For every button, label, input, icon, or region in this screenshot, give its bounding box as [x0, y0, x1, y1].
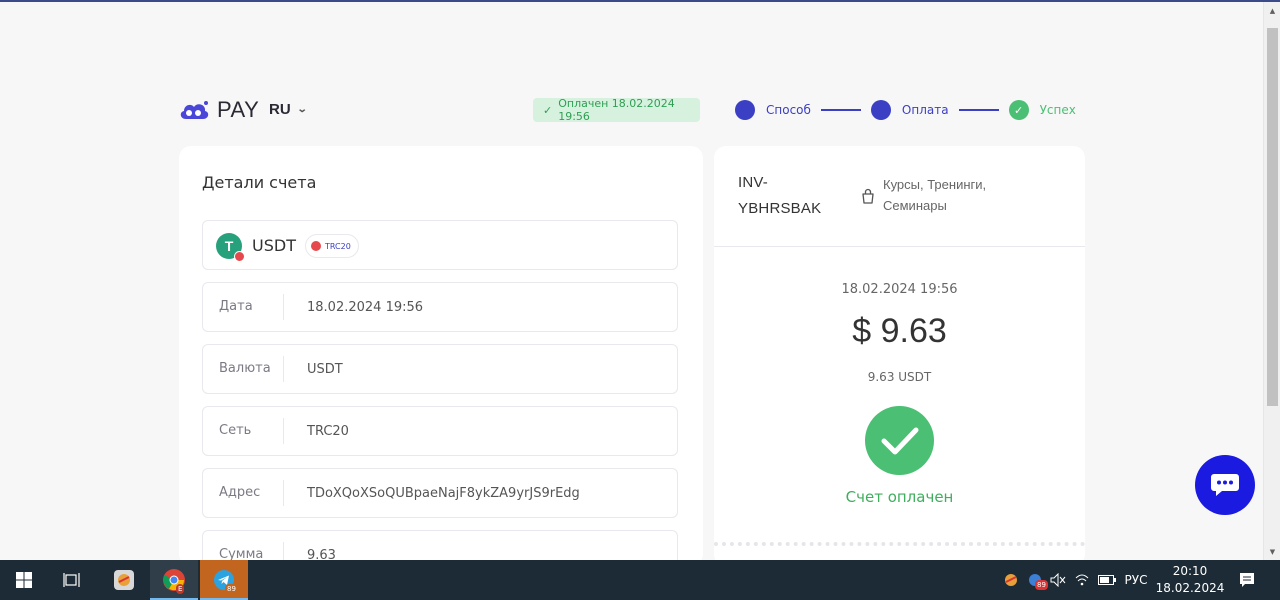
- tray-badge: 89: [1035, 580, 1048, 590]
- step-label-payment: Оплата: [901, 103, 949, 117]
- tron-icon: [234, 251, 245, 262]
- network-badge: TRC20: [305, 234, 359, 258]
- check-icon: ✓: [1013, 103, 1024, 117]
- payment-status-text: Счет оплачен: [845, 488, 954, 506]
- tray-notify-icon[interactable]: 89: [1024, 560, 1048, 600]
- check-icon: ✓: [543, 103, 553, 117]
- battery-icon: [1098, 575, 1116, 585]
- detail-label: Адрес: [203, 480, 284, 506]
- wifi-icon: [1075, 574, 1089, 586]
- chat-icon: [1211, 474, 1239, 496]
- detail-row-currency: Валюта USDT: [202, 344, 678, 394]
- scroll-down-arrow-icon[interactable]: ▼: [1264, 543, 1280, 560]
- detail-value: USDT: [307, 361, 343, 377]
- invoice-id: INV-YBHRSBAK: [738, 174, 822, 217]
- chat-button[interactable]: [1195, 455, 1255, 515]
- taskbar: E 89 89 РУС 20:10 18.02.2024: [0, 560, 1280, 600]
- status-badge-text: Оплачен 18.02.2024 19:56: [558, 97, 675, 123]
- dotted-divider: [714, 542, 1085, 546]
- tron-icon: [311, 241, 321, 251]
- language-selector[interactable]: RU ⌄: [269, 101, 308, 118]
- scroll-thumb[interactable]: [1267, 28, 1278, 406]
- payment-date: 18.02.2024 19:56: [841, 282, 958, 297]
- detail-label: Дата: [203, 294, 284, 320]
- payment-crypto-amount: 9.63 USDT: [867, 370, 932, 384]
- windows-icon: [16, 572, 32, 588]
- battery-button[interactable]: [1096, 560, 1118, 600]
- taskbar-telegram[interactable]: 89: [200, 560, 248, 600]
- success-icon: [865, 406, 934, 475]
- progress-steps: Способ Оплата ✓ Успех: [735, 100, 1076, 120]
- invoice-category: Курсы, Тренинги, Семинары: [883, 177, 987, 213]
- network-badge-text: TRC20: [325, 241, 351, 251]
- coin-row: T USDT TRC20: [202, 220, 678, 270]
- tray-app-icon[interactable]: [1000, 560, 1022, 600]
- chevron-down-icon: ⌄: [296, 104, 308, 115]
- step-dot-success: ✓: [1008, 100, 1029, 120]
- telegram-badge: 89: [225, 584, 238, 594]
- invoice-details-card: Детали счета T USDT TRC20 Дата 18.02.202…: [179, 146, 703, 580]
- coin-name: USDT: [252, 236, 296, 255]
- bag-icon: [862, 188, 874, 204]
- detail-value: 18.02.2024 19:56: [307, 299, 424, 315]
- taskbar-app-1[interactable]: [100, 560, 148, 600]
- step-dot-payment: [870, 100, 891, 120]
- step-label-method: Способ: [766, 103, 811, 117]
- task-view-icon: [63, 573, 80, 587]
- payment-amount: $ 9.63: [852, 312, 947, 350]
- scroll-up-arrow-icon[interactable]: ▲: [1264, 2, 1280, 19]
- cloud-logo-icon: [180, 101, 209, 119]
- language-indicator[interactable]: РУС: [1122, 560, 1150, 600]
- wallet-address[interactable]: TDoXQoXSoQUBpaeNajF8ykZA9yrJS9rEdg: [284, 486, 580, 501]
- clock-time: 20:10: [1172, 564, 1208, 578]
- divider: [714, 246, 1085, 247]
- app-tray-icon: [1005, 574, 1017, 586]
- page-scrollbar[interactable]: ▲ ▼: [1263, 2, 1280, 560]
- top-accent-line: [0, 0, 1280, 2]
- volume-icon: [1050, 573, 1066, 587]
- task-view-button[interactable]: [48, 560, 96, 600]
- step-connector: [958, 109, 999, 111]
- step-dot-method: [735, 100, 755, 120]
- tether-icon: T: [216, 233, 245, 262]
- browser-badge: E: [176, 584, 185, 594]
- detail-row-network: Сеть TRC20: [202, 406, 678, 456]
- taskbar-chrome[interactable]: E: [150, 560, 198, 600]
- card-title: Детали счета: [202, 173, 317, 192]
- volume-button[interactable]: [1048, 560, 1068, 600]
- start-button[interactable]: [0, 560, 48, 600]
- status-badge: ✓ Оплачен 18.02.2024 19:56: [533, 97, 700, 123]
- detail-row-date: Дата 18.02.2024 19:56: [202, 282, 678, 332]
- app-icon: [114, 570, 134, 590]
- clock-date: 18.02.2024: [1155, 581, 1225, 595]
- logo[interactable]: PAY: [178, 97, 260, 122]
- step-connector: [820, 109, 861, 111]
- detail-row-address[interactable]: Адрес TDoXQoXSoQUBpaeNajF8ykZA9yrJS9rEdg: [202, 468, 678, 518]
- detail-value: TRC20: [307, 423, 349, 439]
- language-label: RU: [269, 101, 291, 118]
- notification-button[interactable]: [1232, 560, 1262, 600]
- logo-text: PAY: [217, 97, 260, 122]
- detail-label: Сеть: [203, 418, 284, 444]
- invoice-summary-card: INV-YBHRSBAK Курсы, Тренинги, Семинары 1…: [714, 146, 1085, 566]
- step-label-success: Успех: [1039, 103, 1076, 117]
- detail-label: Валюта: [203, 356, 284, 382]
- notification-icon: [1240, 573, 1254, 587]
- network-button[interactable]: [1072, 560, 1092, 600]
- clock[interactable]: 20:10 18.02.2024: [1152, 560, 1228, 600]
